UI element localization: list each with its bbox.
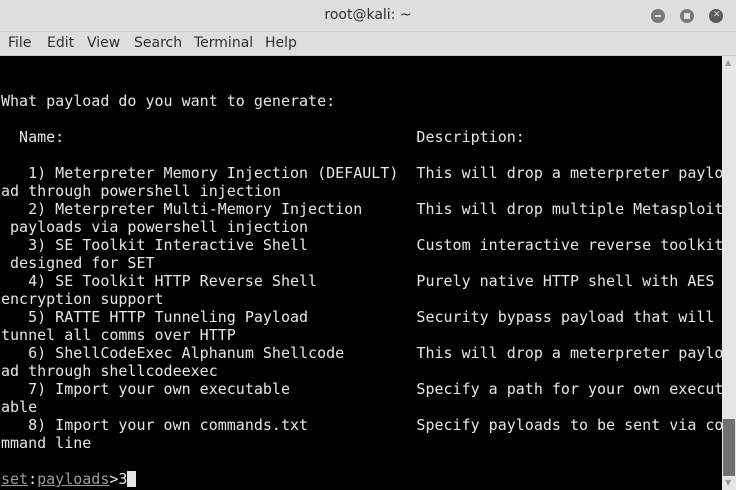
minimize-icon [655,15,661,17]
terminal-line: 4) SE Toolkit HTTP Reverse Shell Purely … [1,272,715,290]
terminal-line: Name: Description: [1,128,525,146]
prompt-input[interactable]: 3 [118,470,127,488]
terminal-line: 2) Meterpreter Multi-Memory Injection Th… [1,200,722,218]
close-button[interactable]: ✕ [709,9,723,23]
terminal-line: ad through shellcodeexec [1,362,218,380]
terminal-line: tunnel all comms over HTTP [1,326,236,344]
minimize-button[interactable] [651,9,665,23]
maximize-button[interactable] [680,9,694,23]
menu-edit[interactable]: Edit [47,35,74,51]
terminal-output[interactable]: What payload do you want to generate: Na… [0,56,722,490]
terminal-line: able [1,398,38,416]
prompt-context: payloads [37,470,110,488]
shell-prompt[interactable]: set:payloads>3 [1,470,137,488]
terminal-line: 5) RATTE HTTP Tunneling Payload Security… [1,308,715,326]
terminal-line: mmand line [1,434,92,452]
terminal-line: 7) Import your own executable Specify a … [1,380,722,398]
terminal-line: payloads via powershell injection [1,218,309,236]
maximize-icon [684,13,690,19]
scrollbar-thumb[interactable] [723,419,735,476]
terminal-line: What payload do you want to generate: [1,92,336,110]
title-bar: root@kali: ~ ✕ [0,0,736,32]
terminal-line: 6) ShellCodeExec Alphanum Shellcode This… [1,344,722,362]
menu-bar: File Edit View Search Terminal Help [0,32,736,56]
terminal-line: 8) Import your own commands.txt Specify … [1,416,722,434]
window-title: root@kali: ~ [324,7,412,23]
scroll-up-icon[interactable]: ▲ [725,58,731,67]
menu-terminal[interactable]: Terminal [194,35,253,51]
text-cursor [127,471,137,487]
close-icon: ✕ [713,10,721,20]
terminal-line: 1) Meterpreter Memory Injection (DEFAULT… [1,164,722,182]
scrollbar[interactable]: ▲ ▼ [722,56,736,490]
terminal-line: ad through powershell injection [1,182,281,200]
menu-search[interactable]: Search [134,35,182,51]
prompt-module: set [1,470,29,488]
menu-view[interactable]: View [87,35,120,51]
menu-help[interactable]: Help [265,35,297,51]
terminal-line: 3) SE Toolkit Interactive Shell Custom i… [1,236,722,254]
terminal-line: encryption support [1,290,164,308]
terminal-line: designed for SET [1,254,155,272]
scroll-down-icon[interactable]: ▼ [725,478,731,487]
menu-file[interactable]: File [8,35,31,51]
prompt-separator: : [28,470,38,488]
